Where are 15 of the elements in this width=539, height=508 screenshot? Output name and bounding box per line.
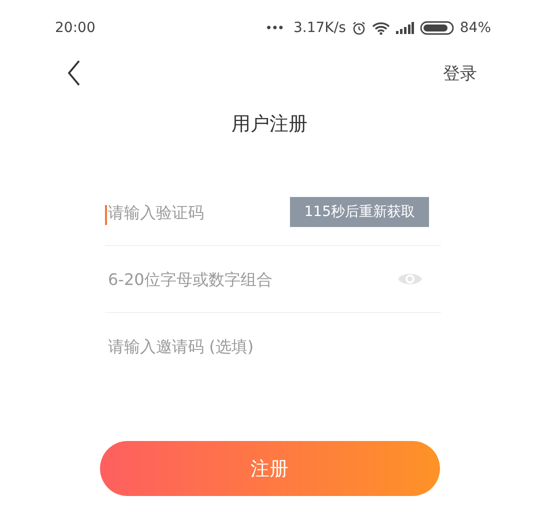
status-time: 20:00 <box>55 20 96 36</box>
page-title: 用户注册 <box>230 112 308 137</box>
back-icon[interactable] <box>67 60 81 86</box>
input-field[interactable]: 请输入验证码 <box>105 202 290 222</box>
input-field[interactable]: 请输入邀请码 (选填) <box>105 336 441 356</box>
register-button[interactable]: 注册 <box>100 441 440 496</box>
network-speed: 3.17K/s <box>294 20 346 36</box>
battery-percent: 84% <box>460 20 491 36</box>
more-dots: ••• <box>265 21 284 35</box>
input-field[interactable]: 6-20位字母或数字组合 <box>105 270 397 288</box>
battery-icon <box>420 21 454 35</box>
alarm-icon <box>352 21 366 35</box>
login-link[interactable]: 登录 <box>443 62 477 84</box>
signal-icon <box>396 22 414 34</box>
wifi-icon <box>372 22 390 34</box>
